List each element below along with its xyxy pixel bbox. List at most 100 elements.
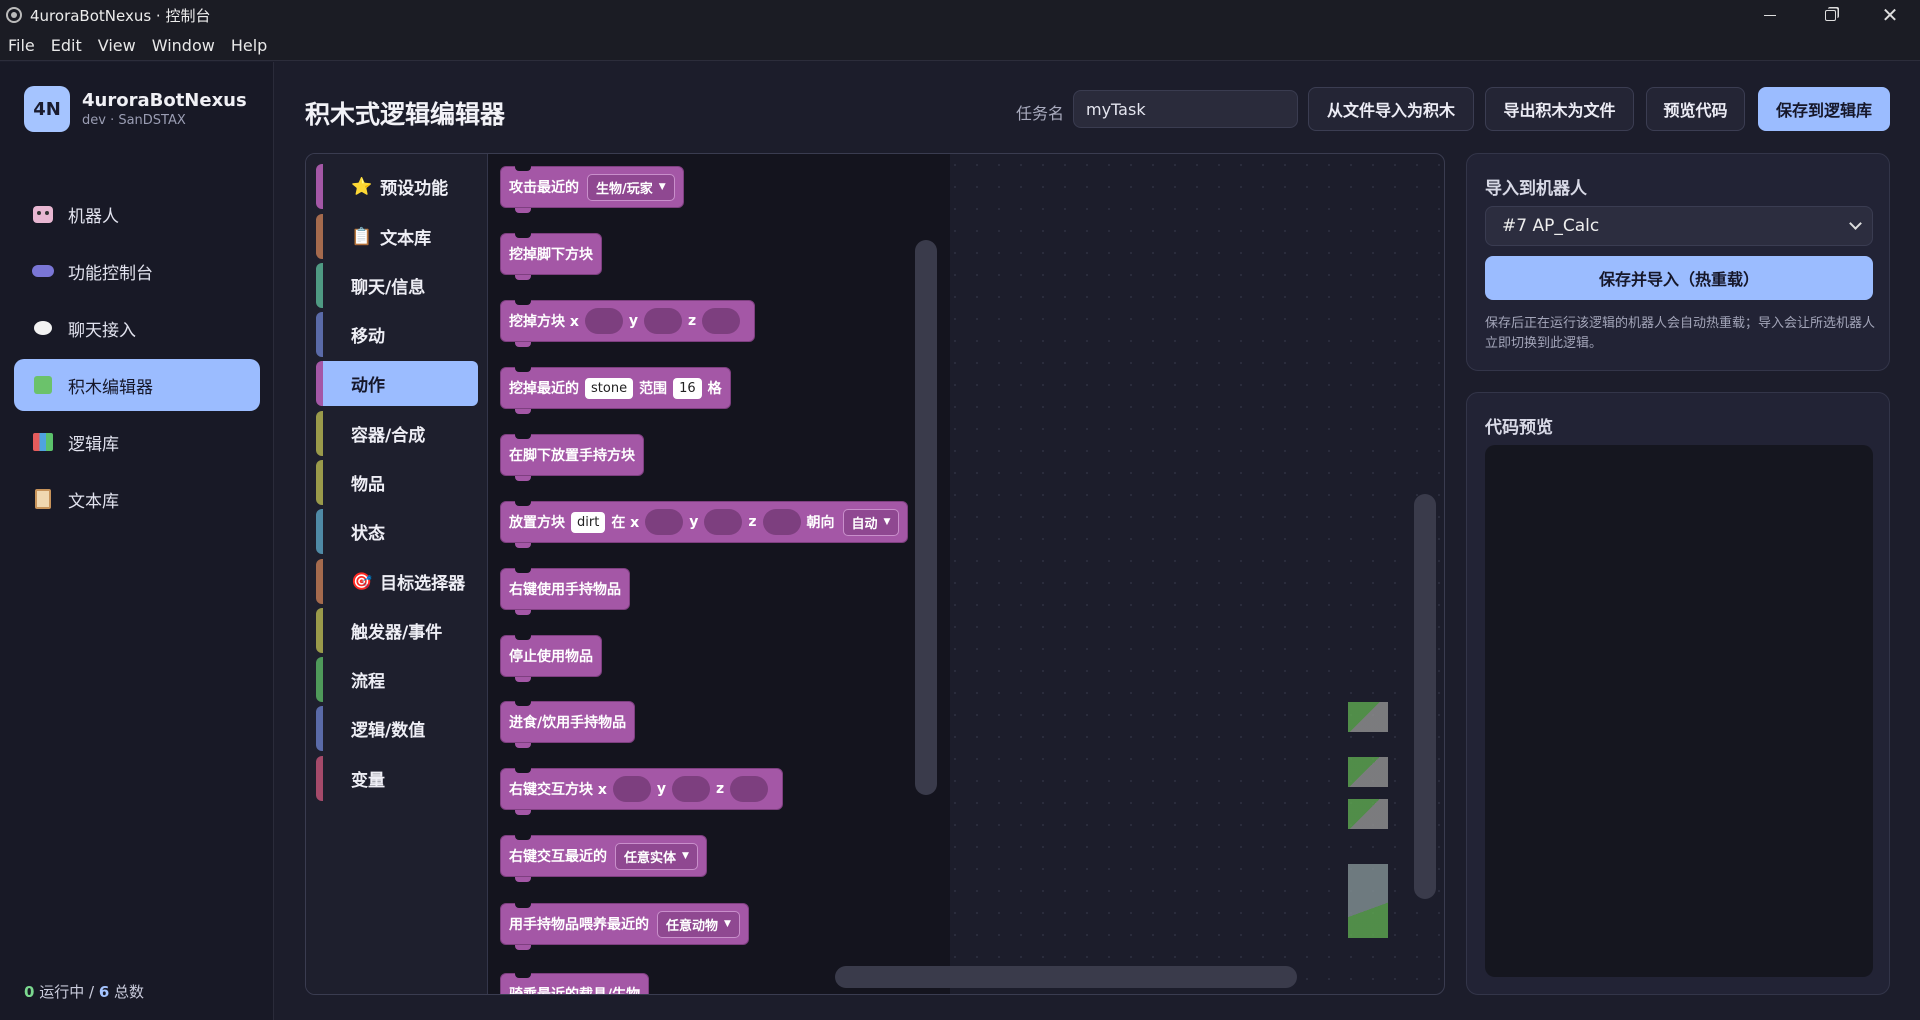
- sidebar-item-logic-library[interactable]: 逻辑库: [14, 416, 260, 468]
- menu-view[interactable]: View: [90, 36, 144, 55]
- save-to-library-button[interactable]: 保存到逻辑库: [1758, 87, 1890, 131]
- y-label: y: [656, 781, 667, 797]
- block-dropdown[interactable]: 任意动物 ▼: [657, 910, 740, 938]
- menu-edit[interactable]: Edit: [43, 36, 90, 55]
- block-dropdown[interactable]: 自动 ▼: [842, 508, 900, 536]
- workspace-horizontal-scrollbar[interactable]: [835, 966, 1297, 988]
- x-input-slot[interactable]: [612, 776, 651, 802]
- sidebar-item-text-library[interactable]: 文本库: [14, 473, 260, 525]
- preview-code-button[interactable]: 预览代码: [1646, 87, 1745, 131]
- z-input-slot[interactable]: [702, 308, 741, 334]
- workspace-vertical-scrollbar[interactable]: [1414, 494, 1436, 899]
- z-label: z: [688, 313, 697, 329]
- block-ride-nearest[interactable]: 骑乘最近的载具/生物: [500, 973, 650, 994]
- block-text-field[interactable]: dirt: [571, 511, 606, 533]
- category-status[interactable]: 状态: [316, 509, 478, 554]
- block-text-field[interactable]: stone: [585, 377, 634, 399]
- sidebar-item-label: 文本库: [68, 491, 119, 512]
- sidebar-item-robots[interactable]: 机器人: [14, 188, 260, 240]
- page-title: 积木式逻辑编辑器: [305, 100, 506, 129]
- z-input-slot[interactable]: [730, 776, 769, 802]
- bot-select[interactable]: #7 AP_Calc: [1485, 206, 1873, 246]
- block-dig-block-xyz[interactable]: 挖掉方块 x y z: [500, 300, 756, 347]
- minimize-button[interactable]: [1740, 0, 1800, 30]
- menu-window[interactable]: Window: [144, 36, 223, 55]
- block-dropdown[interactable]: 任意实体 ▼: [615, 842, 698, 870]
- category-movement[interactable]: 移动: [316, 312, 478, 357]
- running-count: 0: [24, 983, 35, 1001]
- unit-label: 格: [707, 381, 722, 397]
- sidebar-item-chat[interactable]: 聊天接入: [14, 302, 260, 354]
- category-label: 预设功能: [380, 179, 449, 199]
- category-text-library[interactable]: 📋 文本库: [316, 214, 478, 259]
- bot-count-status: 0 运行中 / 6 总数: [24, 981, 144, 1002]
- y-input-slot[interactable]: [704, 509, 743, 535]
- category-variables[interactable]: 变量: [316, 756, 478, 801]
- menu-help[interactable]: Help: [223, 36, 275, 55]
- brand-logo: 4N: [24, 86, 70, 132]
- category-container[interactable]: 容器/合成: [316, 411, 478, 456]
- category-actions[interactable]: 动作: [316, 361, 478, 406]
- block-dropdown[interactable]: 生物/玩家 ▼: [587, 173, 675, 201]
- x-input-slot[interactable]: [645, 509, 684, 535]
- sidebar-item-console[interactable]: 功能控制台: [14, 245, 260, 297]
- category-label: 状态: [351, 524, 385, 544]
- category-label: 目标选择器: [380, 574, 466, 594]
- sidebar-item-block-editor[interactable]: 积木编辑器: [14, 359, 260, 411]
- category-items[interactable]: 物品: [316, 460, 478, 505]
- menu-file[interactable]: File: [0, 36, 43, 55]
- import-panel-title: 导入到机器人: [1485, 179, 1587, 199]
- import-from-file-button[interactable]: 从文件导入为积木: [1308, 87, 1474, 131]
- gamepad-icon: [32, 260, 54, 282]
- block-label: 挖掉最近的: [509, 381, 579, 397]
- block-place-block[interactable]: 放置方块 dirt 在 x y z 朝向 自动 ▼: [500, 501, 909, 548]
- star-icon: ⭐: [351, 176, 373, 197]
- x-input-slot[interactable]: [584, 308, 623, 334]
- block-label: 在脚下放置手持方块: [509, 448, 635, 464]
- category-flow[interactable]: 流程: [316, 657, 478, 702]
- dropdown-value: 任意实体: [624, 850, 677, 866]
- puzzle-icon: [32, 374, 54, 396]
- block-eat-drink[interactable]: 进食/饮用手持物品: [500, 701, 636, 748]
- z-input-slot[interactable]: [762, 509, 801, 535]
- category-target-selector[interactable]: 🎯 目标选择器: [316, 559, 478, 604]
- block-interact-nearest[interactable]: 右键交互最近的 任意实体 ▼: [500, 835, 707, 882]
- close-button[interactable]: ✕: [1860, 0, 1920, 30]
- block-label: 右键交互最近的: [509, 849, 607, 865]
- restore-button[interactable]: [1800, 0, 1860, 30]
- toolbox: ⭐ 预设功能 📋 文本库 聊天/信息 移动 动作 容器/合成 物品 状态 🎯 目标选择…: [306, 154, 488, 994]
- trash-icon[interactable]: [1348, 864, 1388, 938]
- task-name-input[interactable]: [1073, 90, 1298, 128]
- sidebar-item-label: 机器人: [68, 206, 119, 227]
- block-interact-block-xyz[interactable]: 右键交互方块 x y z: [500, 768, 784, 815]
- range-number-field[interactable]: 16: [673, 377, 702, 399]
- zoom-in-icon[interactable]: [1348, 757, 1388, 787]
- block-attack-nearest[interactable]: 攻击最近的 生物/玩家 ▼: [500, 166, 684, 213]
- save-and-import-button[interactable]: 保存并导入（热重载）: [1485, 256, 1873, 300]
- block-place-below[interactable]: 在脚下放置手持方块: [500, 434, 644, 481]
- minimize-icon: [1764, 14, 1776, 16]
- dropdown-value: 生物/玩家: [596, 181, 653, 197]
- block-use-item[interactable]: 右键使用手持物品: [500, 568, 630, 615]
- block-dig-nearest[interactable]: 挖掉最近的 stone 范围 16 格: [500, 367, 731, 414]
- y-input-slot[interactable]: [644, 308, 683, 334]
- block-flyout: 攻击最近的 生物/玩家 ▼ 挖掉脚下方块 挖掉方块 x y z 挖掉最近的 sto…: [488, 154, 950, 994]
- block-feed-nearest[interactable]: 用手持物品喂养最近的 任意动物 ▼: [500, 903, 749, 950]
- category-logic[interactable]: 逻辑/数值: [316, 706, 478, 751]
- category-chat[interactable]: 聊天/信息: [316, 263, 478, 308]
- export-blocks-button[interactable]: 导出积木为文件: [1485, 87, 1634, 131]
- category-triggers[interactable]: 触发器/事件: [316, 608, 478, 653]
- flyout-scrollbar[interactable]: [915, 240, 937, 795]
- block-stop-use[interactable]: 停止使用物品: [500, 635, 602, 682]
- category-presets[interactable]: ⭐ 预设功能: [316, 164, 478, 209]
- code-preview-area[interactable]: [1485, 445, 1873, 977]
- chat-bubble-icon: [32, 317, 54, 339]
- recenter-icon[interactable]: [1348, 702, 1388, 732]
- category-label: 文本库: [380, 229, 432, 249]
- block-workspace[interactable]: ⭐ 预设功能 📋 文本库 聊天/信息 移动 动作 容器/合成 物品 状态 🎯 目标选择…: [305, 153, 1445, 995]
- category-label: 聊天/信息: [351, 278, 426, 298]
- bot-select-value: #7 AP_Calc: [1502, 216, 1600, 236]
- block-dig-below[interactable]: 挖掉脚下方块: [500, 233, 602, 280]
- zoom-out-icon[interactable]: [1348, 799, 1388, 829]
- y-input-slot[interactable]: [672, 776, 711, 802]
